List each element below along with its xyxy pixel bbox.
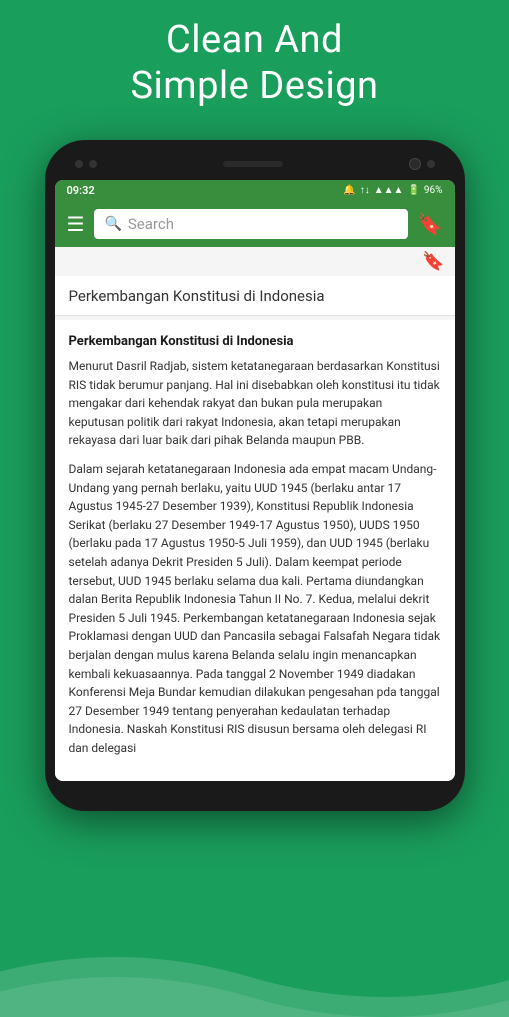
status-battery-icon: 🔋 <box>407 185 419 196</box>
article-body-text: Menurut Dasril Radjab, sistem ketatanega… <box>69 357 441 757</box>
header-line1: Clean And <box>166 18 343 62</box>
status-bar: 09:32 🔔 ↑↓ ▲▲▲ 🔋 96% <box>55 180 455 201</box>
article-body: Perkembangan Konstitusi di Indonesia Men… <box>55 320 455 781</box>
phone-top-bar <box>55 158 455 180</box>
phone-camera-lens <box>409 158 421 170</box>
phone-dot-1 <box>75 160 83 168</box>
search-placeholder: Search <box>128 215 174 233</box>
phone-dot-2 <box>89 160 97 168</box>
bookmark-bar: 🔖 <box>55 247 455 276</box>
article-title: Perkembangan Konstitusi di Indonesia <box>69 287 325 305</box>
bookmark-icon[interactable]: 🔖 <box>418 212 443 236</box>
article-title-bar: Perkembangan Konstitusi di Indonesia <box>55 276 455 316</box>
status-battery-level: 96% <box>424 185 443 196</box>
header-title: Clean And Simple Design <box>0 0 509 123</box>
phone-mockup: 09:32 🔔 ↑↓ ▲▲▲ 🔋 96% ☰ 🔍 Search 🔖 <box>45 140 465 811</box>
phone-dot-3 <box>427 160 435 168</box>
status-data-icon: ↑↓ <box>360 185 370 196</box>
phone-speaker <box>223 161 283 167</box>
article-paragraph-1: Menurut Dasril Radjab, sistem ketatanega… <box>69 357 441 450</box>
status-signal-icon: ▲▲▲ <box>374 185 404 196</box>
status-time: 09:32 <box>67 184 95 197</box>
status-notification-icon: 🔔 <box>343 185 355 196</box>
phone-camera-left <box>75 160 97 168</box>
phone-camera-right <box>409 158 435 170</box>
phone-screen: 09:32 🔔 ↑↓ ▲▲▲ 🔋 96% ☰ 🔍 Search 🔖 <box>55 180 455 781</box>
content-area: 🔖 Perkembangan Konstitusi di Indonesia P… <box>55 247 455 781</box>
article-body-title: Perkembangan Konstitusi di Indonesia <box>69 334 441 349</box>
article-paragraph-2: Dalam sejarah ketatanegaraan Indonesia a… <box>69 460 441 758</box>
app-toolbar: ☰ 🔍 Search 🔖 <box>55 201 455 247</box>
hamburger-icon[interactable]: ☰ <box>67 214 85 234</box>
header-line2: Simple Design <box>130 64 378 108</box>
status-icons: 🔔 ↑↓ ▲▲▲ 🔋 96% <box>343 185 442 196</box>
search-bar[interactable]: 🔍 Search <box>94 209 407 239</box>
search-icon: 🔍 <box>104 216 121 232</box>
decorative-bottom <box>0 937 509 1017</box>
bookmark-small-icon[interactable]: 🔖 <box>422 251 444 272</box>
phone-body: 09:32 🔔 ↑↓ ▲▲▲ 🔋 96% ☰ 🔍 Search 🔖 <box>45 140 465 811</box>
